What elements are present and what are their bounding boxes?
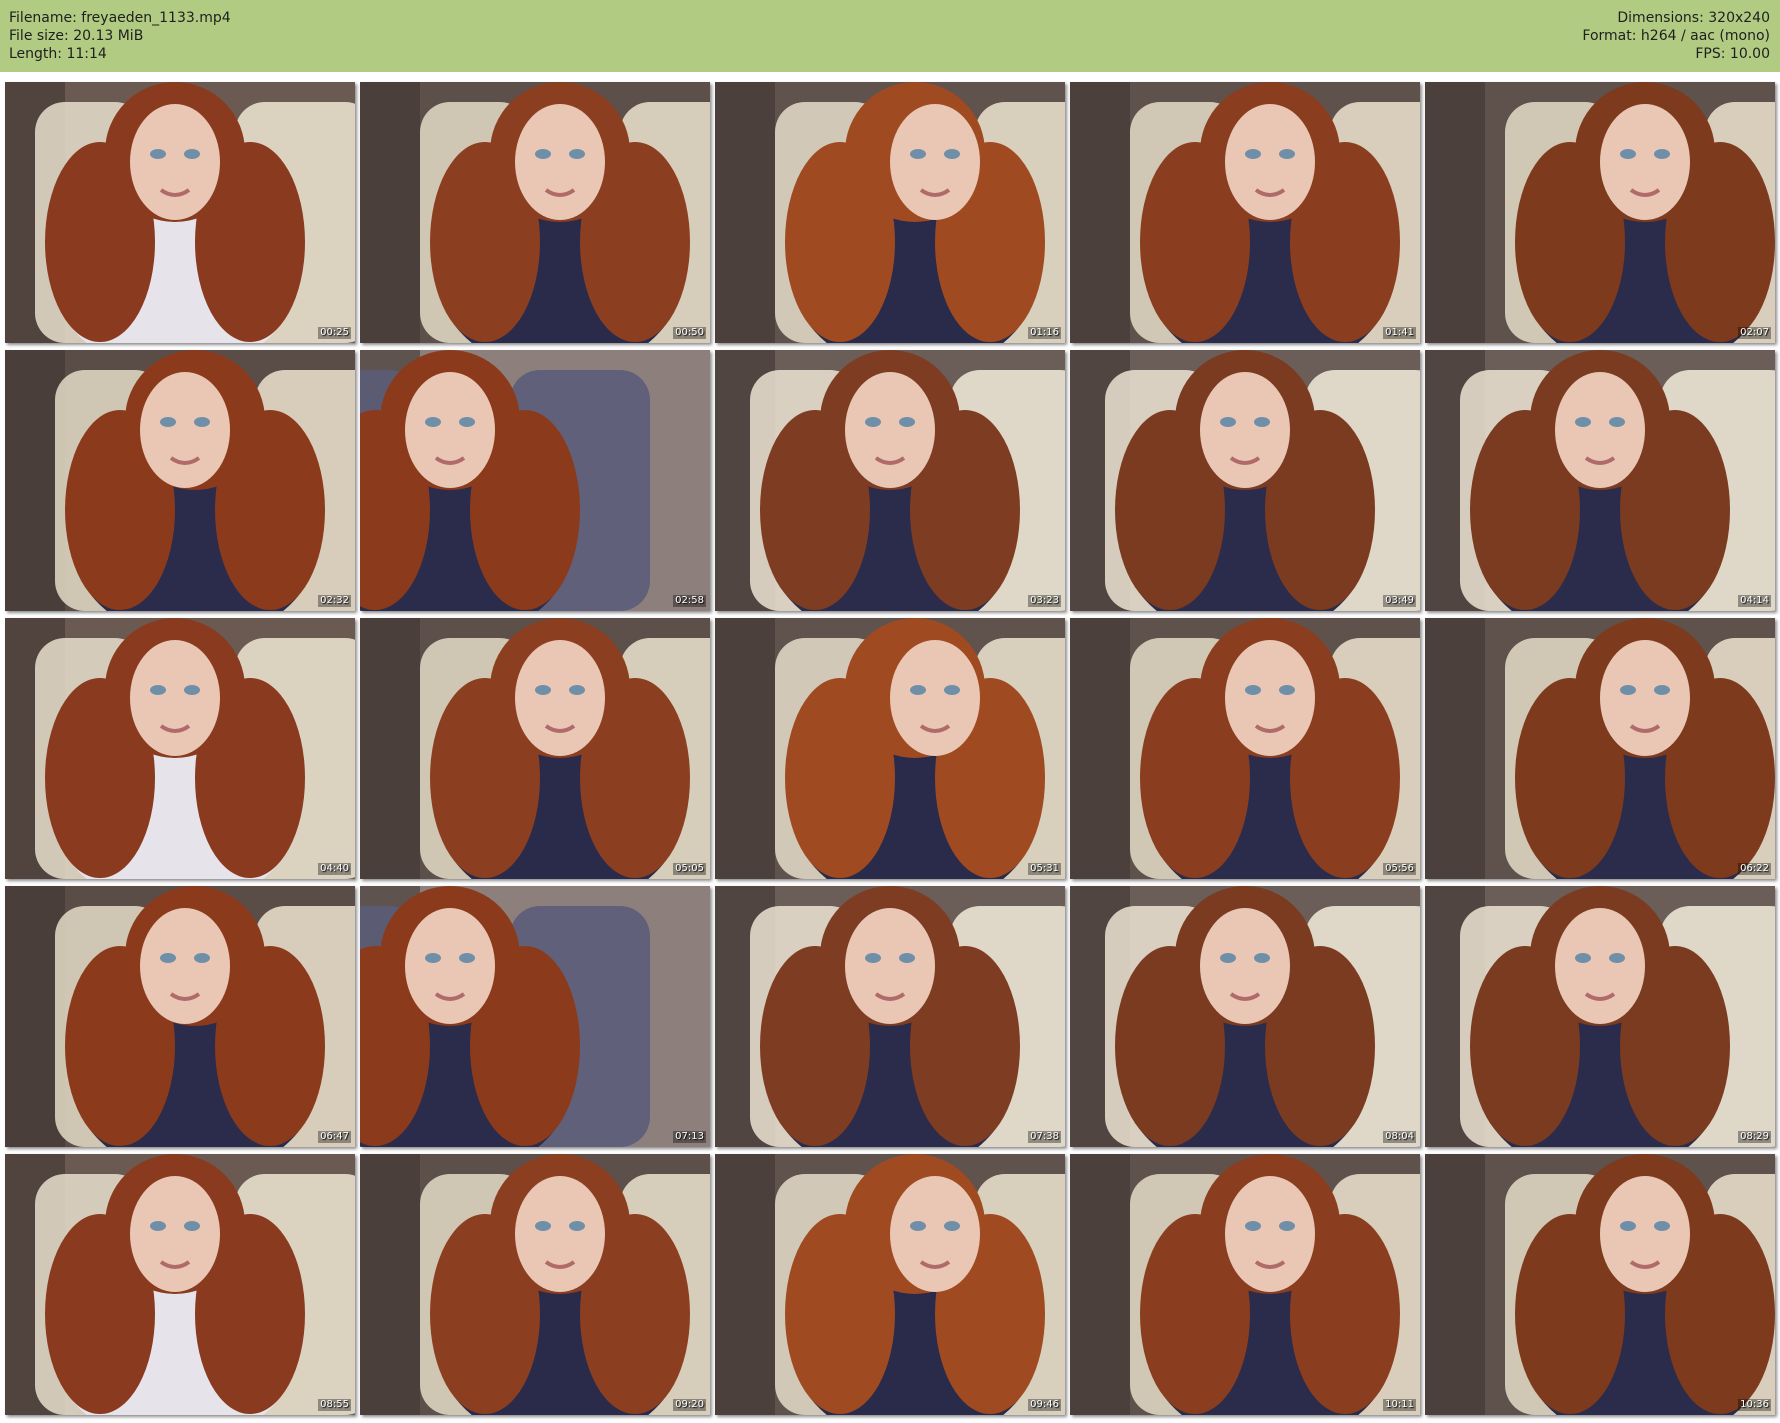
video-thumbnail[interactable]: 05:05 — [360, 618, 710, 879]
video-info: Dimensions: 320x240 Format: h264 / aac (… — [1582, 9, 1770, 63]
thumbnail-timestamp: 03:49 — [1383, 595, 1416, 607]
video-thumbnail[interactable]: 00:25 — [5, 82, 355, 343]
thumbnail-frame-image — [5, 82, 355, 343]
fps-text: FPS: 10.00 — [1695, 46, 1770, 62]
thumbnail-timestamp: 09:20 — [673, 1399, 706, 1411]
thumbnail-timestamp: 00:50 — [673, 327, 706, 339]
video-thumbnail[interactable]: 06:22 — [1425, 618, 1775, 879]
thumbnail-frame-image — [715, 886, 1065, 1147]
video-thumbnail[interactable]: 03:23 — [715, 350, 1065, 611]
thumbnail-frame-image — [360, 350, 710, 611]
length-text: Length: 11:14 — [9, 46, 107, 62]
video-thumbnail[interactable]: 01:16 — [715, 82, 1065, 343]
filesize-text: File size: 20.13 MiB — [9, 28, 144, 44]
thumbnail-timestamp: 10:11 — [1383, 1399, 1416, 1411]
video-thumbnail[interactable]: 08:29 — [1425, 886, 1775, 1147]
thumbnail-timestamp: 03:23 — [1028, 595, 1061, 607]
thumbnail-timestamp: 06:22 — [1738, 863, 1771, 875]
thumbnail-frame-image — [360, 886, 710, 1147]
video-thumbnail[interactable]: 06:47 — [5, 886, 355, 1147]
video-thumbnail[interactable]: 04:14 — [1425, 350, 1775, 611]
thumbnail-frame-image — [1070, 350, 1420, 611]
thumbnail-timestamp: 02:58 — [673, 595, 706, 607]
thumbnail-timestamp: 04:14 — [1738, 595, 1771, 607]
video-thumbnail[interactable]: 08:04 — [1070, 886, 1420, 1147]
video-thumbnail[interactable]: 02:32 — [5, 350, 355, 611]
thumbnail-timestamp: 08:29 — [1738, 1131, 1771, 1143]
video-thumbnail[interactable]: 00:50 — [360, 82, 710, 343]
file-info: Filename: freyaeden_1133.mp4 File size: … — [9, 9, 231, 63]
thumbnail-frame-image — [5, 886, 355, 1147]
thumbnail-frame-image — [715, 350, 1065, 611]
thumbnail-timestamp: 02:07 — [1738, 327, 1771, 339]
video-thumbnail[interactable]: 09:20 — [360, 1154, 710, 1415]
thumbnail-timestamp: 05:31 — [1028, 863, 1061, 875]
format-text: Format: h264 / aac (mono) — [1582, 28, 1770, 44]
thumbnail-frame-image — [1425, 1154, 1775, 1415]
thumbnail-grid: 00:25 00:50 01:16 01:41 02:07 02:32 02:58 03:23… — [5, 82, 1775, 1415]
thumbnail-timestamp: 07:13 — [673, 1131, 706, 1143]
video-thumbnail[interactable]: 04:40 — [5, 618, 355, 879]
thumbnail-frame-image — [360, 618, 710, 879]
thumbnail-timestamp: 08:55 — [318, 1399, 351, 1411]
video-thumbnail[interactable]: 10:11 — [1070, 1154, 1420, 1415]
thumbnail-timestamp: 08:04 — [1383, 1131, 1416, 1143]
thumbnail-frame-image — [1070, 618, 1420, 879]
thumbnail-frame-image — [360, 1154, 710, 1415]
thumbnail-frame-image — [1425, 886, 1775, 1147]
thumbnail-frame-image — [715, 1154, 1065, 1415]
thumbnail-frame-image — [715, 82, 1065, 343]
thumbnail-frame-image — [1070, 1154, 1420, 1415]
video-thumbnail[interactable]: 02:07 — [1425, 82, 1775, 343]
video-thumbnail[interactable]: 09:46 — [715, 1154, 1065, 1415]
thumbnail-timestamp: 07:38 — [1028, 1131, 1061, 1143]
info-header: Filename: freyaeden_1133.mp4 File size: … — [0, 0, 1780, 72]
thumbnail-timestamp: 04:40 — [318, 863, 351, 875]
video-thumbnail[interactable]: 05:56 — [1070, 618, 1420, 879]
dimensions-text: Dimensions: 320x240 — [1617, 10, 1770, 26]
thumbnail-frame-image — [1070, 82, 1420, 343]
video-thumbnail[interactable]: 10:36 — [1425, 1154, 1775, 1415]
thumbnail-frame-image — [715, 618, 1065, 879]
video-thumbnail[interactable]: 07:13 — [360, 886, 710, 1147]
thumbnail-timestamp: 00:25 — [318, 327, 351, 339]
thumbnail-timestamp: 01:16 — [1028, 327, 1061, 339]
thumbnail-frame-image — [1070, 886, 1420, 1147]
thumbnail-frame-image — [5, 350, 355, 611]
thumbnail-timestamp: 05:05 — [673, 863, 706, 875]
video-thumbnail[interactable]: 07:38 — [715, 886, 1065, 1147]
thumbnail-timestamp: 05:56 — [1383, 863, 1416, 875]
video-thumbnail[interactable]: 05:31 — [715, 618, 1065, 879]
thumbnail-frame-image — [5, 1154, 355, 1415]
video-thumbnail[interactable]: 08:55 — [5, 1154, 355, 1415]
video-thumbnail[interactable]: 01:41 — [1070, 82, 1420, 343]
thumbnail-frame-image — [1425, 350, 1775, 611]
thumbnail-timestamp: 09:46 — [1028, 1399, 1061, 1411]
thumbnail-frame-image — [360, 82, 710, 343]
thumbnail-frame-image — [1425, 82, 1775, 343]
thumbnail-timestamp: 10:36 — [1738, 1399, 1771, 1411]
video-thumbnail[interactable]: 03:49 — [1070, 350, 1420, 611]
thumbnail-frame-image — [5, 618, 355, 879]
thumbnail-timestamp: 01:41 — [1383, 327, 1416, 339]
thumbnail-timestamp: 02:32 — [318, 595, 351, 607]
thumbnail-timestamp: 06:47 — [318, 1131, 351, 1143]
video-thumbnail[interactable]: 02:58 — [360, 350, 710, 611]
thumbnail-frame-image — [1425, 618, 1775, 879]
filename-text: Filename: freyaeden_1133.mp4 — [9, 10, 231, 26]
